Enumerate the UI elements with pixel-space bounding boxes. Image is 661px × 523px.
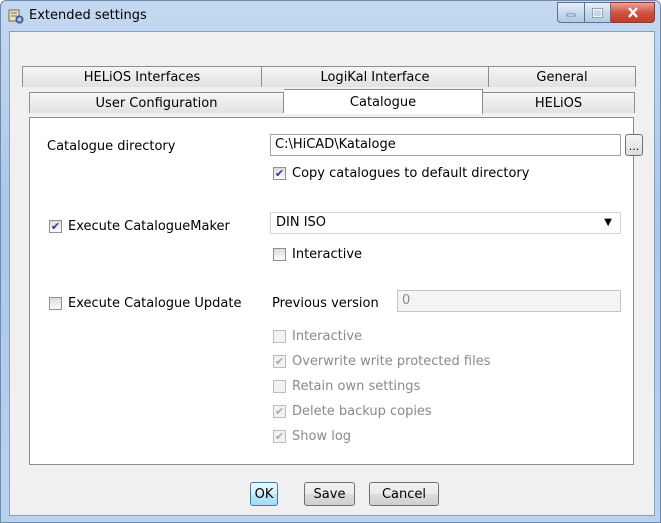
maximize-button[interactable]: [585, 2, 611, 23]
update-interactive-label: Interactive: [292, 329, 363, 344]
title-bar[interactable]: Extended settings: [1, 1, 660, 31]
retain-own-settings-checkbox[interactable]: Retain own settings: [273, 379, 420, 394]
checkbox-unchecked-icon: [273, 248, 286, 261]
previous-version-input[interactable]: 0: [397, 290, 621, 312]
checkbox-unchecked-icon: [273, 380, 286, 393]
copy-catalogues-label: Copy catalogues to default directory: [292, 166, 530, 181]
cataloguemaker-interactive-label: Interactive: [292, 247, 363, 262]
checkbox-unchecked-icon: [49, 297, 62, 310]
catalogue-directory-input[interactable]: C:\HiCAD\Kataloge: [270, 134, 621, 156]
close-button[interactable]: [611, 2, 655, 23]
cataloguemaker-interactive-checkbox[interactable]: Interactive: [273, 247, 362, 262]
tab-row-front: User Configuration Catalogue HELiOS: [29, 89, 635, 114]
retain-own-settings-label: Retain own settings: [292, 379, 421, 394]
minimize-button[interactable]: [557, 2, 585, 23]
execute-cataloguemaker-checkbox[interactable]: ✔ Execute CatalogueMaker: [49, 219, 230, 234]
catalogue-directory-label: Catalogue directory: [47, 139, 176, 154]
delete-backup-copies-label: Delete backup copies: [292, 404, 432, 419]
checkbox-checked-icon: ✔: [273, 355, 286, 368]
checkbox-checked-icon: ✔: [273, 167, 286, 180]
ok-button[interactable]: OK: [250, 482, 278, 506]
checkbox-checked-icon: ✔: [273, 430, 286, 443]
tab-general[interactable]: General: [489, 66, 636, 87]
maximize-icon: [592, 7, 603, 18]
cataloguemaker-standard-select[interactable]: DIN ISO ▼: [270, 212, 621, 234]
browse-directory-button[interactable]: ...: [625, 134, 643, 156]
cataloguemaker-standard-value: DIN ISO: [276, 215, 327, 230]
window-title: Extended settings: [29, 8, 147, 23]
window-controls: [557, 2, 655, 23]
execute-catalogue-update-label: Execute Catalogue Update: [68, 296, 242, 311]
overwrite-protected-checkbox[interactable]: ✔ Overwrite write protected files: [273, 354, 490, 369]
show-log-checkbox[interactable]: ✔ Show log: [273, 429, 351, 444]
dropdown-arrow-icon: ▼: [604, 217, 612, 228]
copy-catalogues-checkbox[interactable]: ✔ Copy catalogues to default directory: [273, 166, 529, 181]
update-interactive-checkbox[interactable]: Interactive: [273, 329, 362, 344]
save-button[interactable]: Save: [304, 482, 355, 506]
overwrite-protected-label: Overwrite write protected files: [292, 354, 491, 369]
tab-logikal-interface[interactable]: LogiKal Interface: [262, 66, 489, 87]
cancel-button[interactable]: Cancel: [369, 482, 439, 506]
tab-row-back: HELiOS Interfaces LogiKal Interface Gene…: [22, 66, 636, 88]
tab-user-configuration[interactable]: User Configuration: [29, 92, 284, 113]
previous-version-label: Previous version: [272, 296, 379, 311]
settings-app-icon: [8, 9, 24, 24]
minimize-icon: [566, 13, 576, 16]
execute-cataloguemaker-label: Execute CatalogueMaker: [68, 219, 230, 234]
show-log-label: Show log: [292, 429, 352, 444]
tab-catalogue[interactable]: Catalogue: [284, 89, 483, 114]
checkbox-checked-icon: ✔: [49, 220, 62, 233]
close-icon: [627, 7, 638, 18]
delete-backup-copies-checkbox[interactable]: ✔ Delete backup copies: [273, 404, 432, 419]
tab-helios-interfaces[interactable]: HELiOS Interfaces: [22, 66, 262, 87]
checkbox-unchecked-icon: [273, 330, 286, 343]
tab-helios[interactable]: HELiOS: [483, 92, 635, 113]
checkbox-checked-icon: ✔: [273, 405, 286, 418]
execute-catalogue-update-checkbox[interactable]: Execute Catalogue Update: [49, 296, 242, 311]
